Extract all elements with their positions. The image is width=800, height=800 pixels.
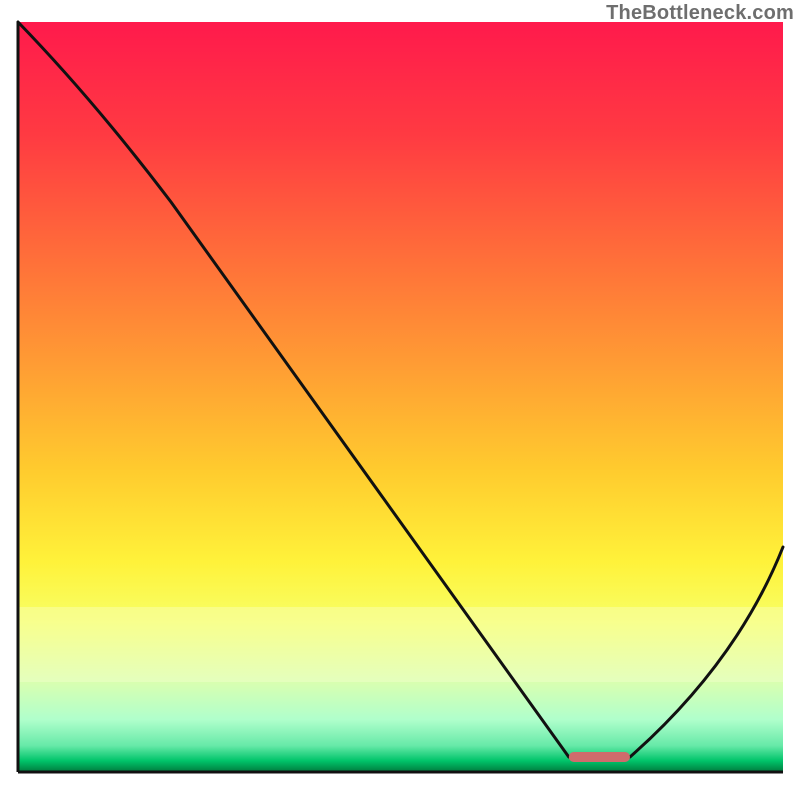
- pale-band: [18, 607, 783, 682]
- valley-marker: [569, 752, 630, 762]
- chart-container: [0, 0, 800, 800]
- watermark-label: TheBottleneck.com: [606, 2, 794, 25]
- bottleneck-chart: [0, 0, 800, 800]
